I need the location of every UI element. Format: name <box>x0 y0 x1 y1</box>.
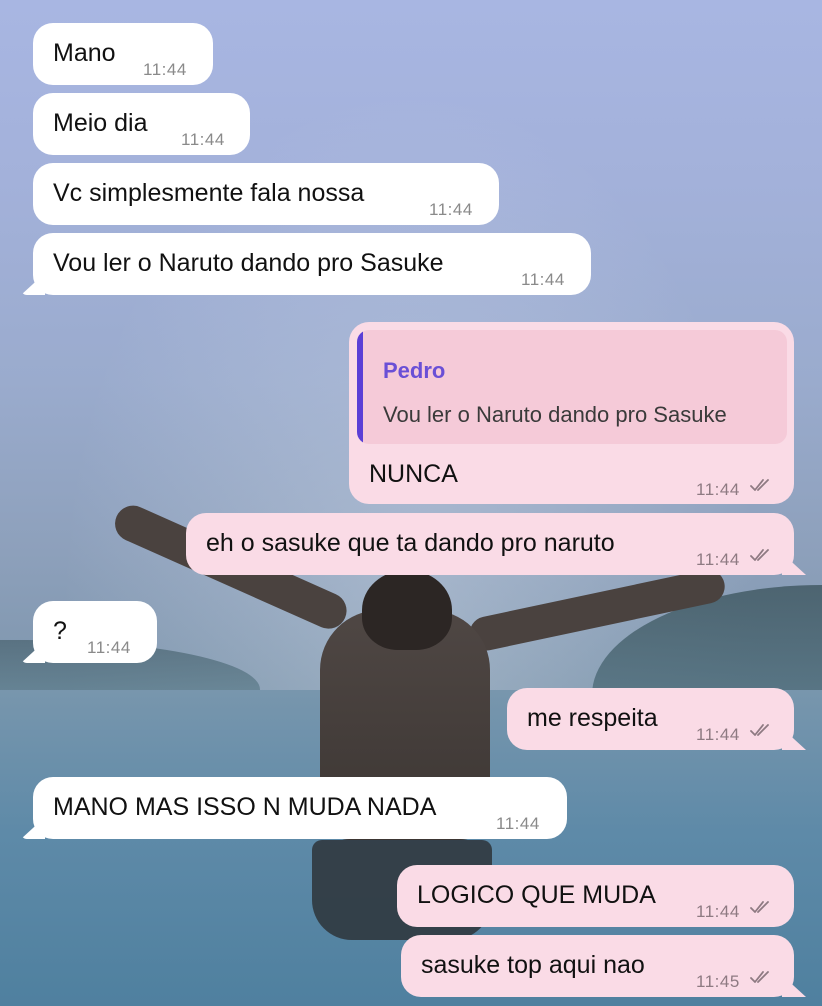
message-text: Vc simplesmente fala nossa <box>53 179 365 207</box>
message-time: 11:44 <box>696 725 740 744</box>
message-incoming[interactable]: Mano 11:44 <box>33 23 213 85</box>
message-time: 11:44 <box>181 130 225 149</box>
message-text: Meio dia <box>53 109 148 137</box>
message-text: LOGICO QUE MUDA <box>417 881 656 909</box>
message-outgoing[interactable]: me respeita 11:44 <box>507 688 794 750</box>
message-outgoing[interactable]: sasuke top aqui nao 11:45 <box>401 935 794 997</box>
double-check-icon <box>750 901 769 913</box>
reply-quote[interactable]: Pedro Vou ler o Naruto dando pro Sasuke <box>357 330 787 444</box>
double-check-icon <box>750 479 769 491</box>
message-text: sasuke top aqui nao <box>421 951 645 979</box>
chat-messages: Mano 11:44 Meio dia 11:44 Vc simplesment… <box>0 0 822 1006</box>
message-time: 11:44 <box>143 60 187 79</box>
message-incoming[interactable]: Vou ler o Naruto dando pro Sasuke 11:44 <box>33 233 591 295</box>
message-time: 11:44 <box>696 550 740 569</box>
message-time: 11:44 <box>521 270 565 289</box>
message-text: Vou ler o Naruto dando pro Sasuke <box>53 249 444 277</box>
message-time: 11:44 <box>429 200 473 219</box>
message-incoming[interactable]: Vc simplesmente fala nossa 11:44 <box>33 163 499 225</box>
reply-author: Pedro <box>383 358 446 383</box>
message-time: 11:45 <box>696 972 740 991</box>
message-outgoing[interactable]: LOGICO QUE MUDA 11:44 <box>397 865 794 927</box>
double-check-icon <box>750 971 769 983</box>
double-check-icon <box>750 549 769 561</box>
message-text: Mano <box>53 39 116 67</box>
message-text: NUNCA <box>369 460 458 488</box>
message-text: ? <box>53 617 67 645</box>
double-check-icon <box>750 724 769 736</box>
message-time: 11:44 <box>696 480 740 499</box>
reply-text: Vou ler o Naruto dando pro Sasuke <box>383 402 727 427</box>
message-text: MANO MAS ISSO N MUDA NADA <box>53 793 437 821</box>
reply-accent-bar <box>357 330 363 444</box>
message-outgoing[interactable]: eh o sasuke que ta dando pro naruto 11:4… <box>186 513 794 575</box>
message-incoming[interactable]: ? 11:44 <box>33 601 157 663</box>
message-incoming[interactable]: MANO MAS ISSO N MUDA NADA 11:44 <box>33 777 567 839</box>
message-time: 11:44 <box>87 638 131 657</box>
message-outgoing[interactable]: Pedro Vou ler o Naruto dando pro Sasuke … <box>349 322 794 504</box>
message-incoming[interactable]: Meio dia 11:44 <box>33 93 250 155</box>
message-time: 11:44 <box>696 902 740 921</box>
message-time: 11:44 <box>496 814 540 833</box>
message-text: eh o sasuke que ta dando pro naruto <box>206 529 615 557</box>
message-text: me respeita <box>527 704 658 732</box>
